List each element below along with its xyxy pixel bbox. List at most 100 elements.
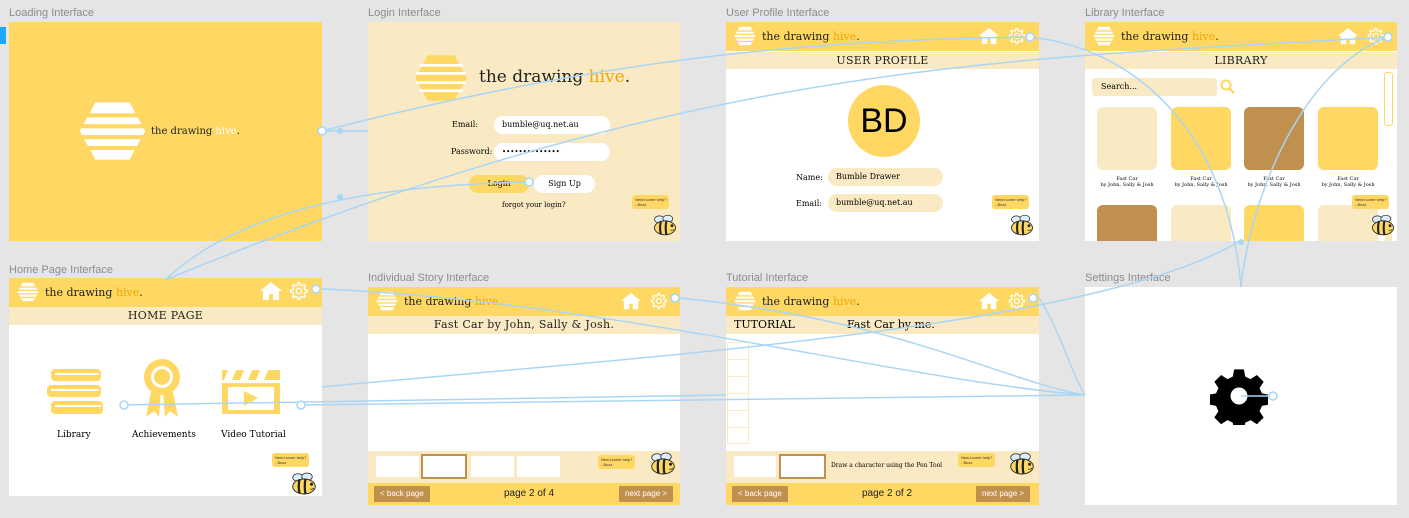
home-icon[interactable]	[978, 292, 1000, 310]
frame-label-login: Login Interface	[368, 7, 441, 19]
password-field[interactable]: ••••••••••••••	[494, 143, 610, 161]
page-thumbnail-selected[interactable]	[421, 454, 467, 479]
login-button[interactable]: Login	[469, 175, 529, 193]
page-thumbnail[interactable]	[471, 456, 514, 477]
brand-logo: the drawing hive.	[1093, 26, 1219, 46]
page-thumbnail-selected[interactable]	[779, 454, 826, 479]
help-sign: - Buzz	[601, 462, 613, 467]
brand-logo: the drawing hive.	[479, 67, 630, 87]
home-icon[interactable]	[1337, 27, 1359, 45]
hive-logo-icon	[17, 282, 39, 302]
tutorial-frame: the drawing hive. TUTORIAL Fast Car by m…	[726, 287, 1039, 505]
book-caption: Fast Car by John, Sally & Josh	[1308, 176, 1388, 188]
tool-slot[interactable]	[728, 394, 748, 411]
page-indicator: page 2 of 2	[862, 488, 913, 499]
brand-suffix: .	[624, 67, 631, 87]
page-indicator: page 2 of 4	[504, 488, 555, 499]
book-cover[interactable]	[1318, 107, 1378, 170]
help-bubble[interactable]: Need some help? - Buzz	[632, 195, 670, 209]
gear-icon[interactable]	[648, 291, 668, 311]
tool-slot[interactable]	[728, 377, 748, 394]
books-icon[interactable]	[45, 367, 107, 417]
frame-label-profile: User Profile Interface	[726, 7, 830, 19]
brand-logo: the drawing hive.	[734, 26, 860, 46]
next-page-button[interactable]: next page >	[619, 486, 674, 502]
page-title: LIBRARY	[1085, 52, 1397, 69]
forgot-login-link[interactable]: forgot your login?	[502, 201, 566, 209]
gear-icon[interactable]	[1365, 26, 1385, 46]
tutorial-title: Fast Car by me.	[847, 318, 935, 331]
next-page-button[interactable]: next page >	[976, 486, 1031, 502]
search-input[interactable]: Search...	[1092, 78, 1217, 96]
book-cover[interactable]	[1244, 107, 1304, 170]
brand-prefix: the drawing	[404, 294, 475, 308]
home-icon[interactable]	[620, 292, 642, 310]
home-icon[interactable]	[259, 281, 283, 301]
book-authors: by John, Sally & Josh	[1247, 182, 1301, 188]
tool-palette	[727, 342, 749, 444]
brand-accent: hive	[832, 294, 857, 308]
back-page-button[interactable]: < back page	[374, 486, 430, 502]
help-bubble[interactable]: Need some help? - Buzz	[1352, 195, 1390, 209]
gear-icon[interactable]	[1006, 291, 1026, 311]
search-icon[interactable]	[1220, 79, 1236, 95]
tutorial-instruction: Draw a character using the Pen Tool	[831, 462, 943, 469]
selection-marker	[0, 27, 6, 44]
help-bubble[interactable]: Need some help? - Buzz	[958, 453, 996, 467]
loading-frame: the drawing hive.	[9, 22, 322, 241]
video-tutorial-label: Video Tutorial	[221, 430, 286, 440]
help-bubble[interactable]: Need some help? - Buzz	[992, 195, 1030, 209]
name-field[interactable]: Bumble Drawer	[828, 168, 943, 186]
avatar: BD	[848, 85, 920, 157]
bee-mascot-icon	[1007, 451, 1037, 476]
tool-slot[interactable]	[728, 411, 748, 428]
tool-slot[interactable]	[728, 343, 748, 360]
bee-mascot-icon	[1369, 213, 1397, 237]
hive-logo-icon	[1093, 26, 1115, 46]
frame-label-tutorial: Tutorial Interface	[726, 272, 809, 284]
brand-accent: hive	[474, 294, 499, 308]
book-caption: Fast Car by John, Sally & Josh	[1087, 176, 1167, 188]
brand-suffix: .	[856, 29, 860, 43]
login-frame: the drawing hive. Email: bumble@uq.net.a…	[368, 22, 680, 241]
bee-mascot-icon	[289, 471, 319, 496]
book-cover[interactable]	[1097, 205, 1157, 241]
help-sign: - Buzz	[275, 460, 287, 465]
frame-label-settings: Settings Interface	[1085, 272, 1171, 284]
scrollbar[interactable]	[1384, 72, 1393, 126]
email-field[interactable]: bumble@uq.net.au	[494, 116, 610, 134]
back-page-button[interactable]: < back page	[732, 486, 788, 502]
help-sign: - Buzz	[995, 202, 1007, 207]
home-icon[interactable]	[978, 27, 1000, 45]
password-label: Password:	[451, 147, 493, 156]
app-header: the drawing hive.	[726, 22, 1039, 51]
frame-label-library: Library Interface	[1085, 7, 1165, 19]
book-cover[interactable]	[1244, 205, 1304, 241]
help-bubble[interactable]: Need some help? - Buzz	[272, 453, 310, 467]
link-path	[1038, 297, 1086, 396]
frame-label-story: Individual Story Interface	[368, 272, 490, 284]
help-bubble[interactable]: Need some help? - Buzz	[598, 455, 636, 469]
frame-label-home: Home Page Interface	[9, 264, 113, 276]
name-label: Name:	[796, 173, 823, 182]
email-field[interactable]: bumble@uq.net.au	[828, 194, 943, 212]
link-node	[337, 128, 343, 134]
brand-prefix: the drawing	[762, 29, 833, 43]
video-clapper-icon[interactable]	[220, 368, 282, 416]
signup-button[interactable]: Sign Up	[534, 175, 595, 193]
page-thumbnail[interactable]	[734, 456, 776, 477]
page-thumbnail[interactable]	[517, 456, 560, 477]
page-thumbnail[interactable]	[376, 456, 419, 477]
book-cover[interactable]	[1097, 107, 1157, 170]
book-cover[interactable]	[1171, 107, 1231, 170]
gear-icon[interactable]	[1006, 26, 1026, 46]
settings-frame	[1085, 287, 1397, 505]
gear-icon	[1210, 369, 1268, 425]
frame-label-loading: Loading Interface	[9, 7, 95, 19]
tool-slot[interactable]	[728, 360, 748, 377]
brand-prefix: the drawing	[762, 294, 833, 308]
gear-icon[interactable]	[287, 280, 309, 302]
brand-logo: the drawing hive.	[17, 282, 143, 302]
achievement-ribbon-icon[interactable]	[139, 359, 185, 419]
book-cover[interactable]	[1171, 205, 1231, 241]
